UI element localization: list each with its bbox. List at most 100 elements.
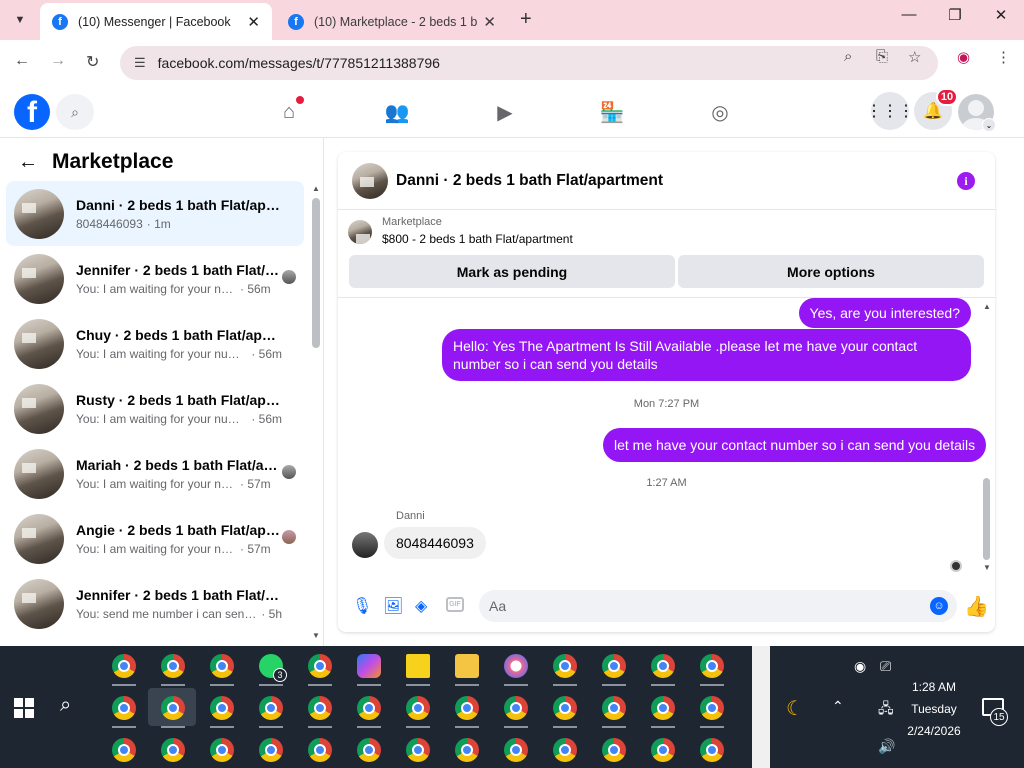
scroll-up-arrow-icon[interactable]: ▲ [312,184,320,193]
facebook-logo-icon[interactable]: f [14,94,50,130]
search-icon[interactable]: ⌕ [60,694,71,717]
profile-icon[interactable]: ◉ [957,48,970,66]
install-app-icon[interactable]: ⎘ [876,48,888,65]
outgoing-message[interactable]: let me have your contact number so i can… [603,428,987,462]
conversation-item[interactable]: Chuy · 2 beds 1 bath Flat/apart... You: … [6,311,304,376]
conversation-item[interactable]: Rusty · 2 beds 1 bath Flat/apart... You:… [6,376,304,441]
maximize-icon[interactable]: ❐ [932,6,978,24]
thumbs-up-icon[interactable]: 👍 [964,594,989,619]
chrome-app-icon[interactable] [308,696,332,720]
close-tab-icon[interactable]: ✕ [247,13,260,31]
chat-title[interactable]: Danni · 2 beds 1 bath Flat/apartment [396,172,663,190]
back-arrow-icon[interactable]: ← [18,151,38,174]
scroll-down-arrow-icon[interactable]: ▼ [983,563,991,572]
video-icon[interactable]: ▶ [491,98,519,126]
camera-icon[interactable]: ⎚ [880,658,891,675]
system-clock[interactable]: 1:28 AM Tuesday 2/24/2026 [890,676,978,742]
record-icon[interactable]: ◉ [854,658,866,675]
chrome-app-icon[interactable] [112,696,136,720]
weather-moon-icon[interactable]: ☾ [786,696,804,721]
chrome-app-icon[interactable] [651,738,675,762]
mark-pending-button[interactable]: Mark as pending [349,255,675,288]
chrome-app-icon[interactable] [357,696,381,720]
outgoing-message[interactable]: Hello: Yes The Apartment Is Still Availa… [442,329,971,381]
chrome-app-icon[interactable] [210,738,234,762]
tray-chevron-icon[interactable]: ⌃ [832,698,844,715]
tab-marketplace[interactable]: f (10) Marketplace - 2 beds 1 bat ✕ [276,3,508,40]
chrome-app-icon[interactable] [553,738,577,762]
chrome-app-icon[interactable] [700,738,724,762]
chrome-app-icon[interactable] [112,738,136,762]
message-input[interactable]: Aa [479,590,957,622]
conversation-item[interactable]: Angie · 2 beds 1 bath Flat/apa... You: I… [6,506,304,571]
chrome-app-icon[interactable] [406,696,430,720]
file-explorer-app-icon[interactable] [455,654,479,678]
close-tab-icon[interactable]: ✕ [483,13,496,31]
chat-scrollbar[interactable] [983,478,990,560]
emoji-icon[interactable]: ☺ [930,597,948,615]
search-icon[interactable]: ⌕ [56,94,94,130]
minimize-icon[interactable]: — [886,6,932,23]
outgoing-message[interactable]: Yes, are you interested? [798,298,971,328]
snipping-tool-app-icon[interactable] [504,654,528,678]
chrome-app-icon[interactable] [455,696,479,720]
more-options-button[interactable]: More options [678,255,984,288]
zoom-icon[interactable]: ⌕ [844,48,852,65]
chrome-app-icon[interactable] [259,738,283,762]
taskbar-scrollbar[interactable] [752,646,770,768]
address-bar[interactable]: ☰ facebook.com/messages/t/77785121138879… [120,46,938,80]
scroll-down-arrow-icon[interactable]: ▼ [312,631,320,640]
scroll-up-arrow-icon[interactable]: ▲ [983,302,991,311]
chrome-app-icon[interactable] [553,654,577,678]
chrome-app-icon[interactable] [210,654,234,678]
chrome-app-icon[interactable] [553,696,577,720]
microphone-icon[interactable]: 🎙 [352,596,372,616]
back-arrow-icon[interactable]: ← [14,52,30,70]
sender-avatar[interactable] [352,532,378,558]
copilot-app-icon[interactable] [357,654,381,678]
conversation-item[interactable]: Danni · 2 beds 1 bath Flat/apart... 8048… [6,181,304,246]
chrome-app-icon[interactable] [161,654,185,678]
more-menu-icon[interactable]: ⋮ [996,48,1011,66]
gif-icon[interactable]: GIF [446,597,464,612]
listing-summary[interactable]: Marketplace $800 - 2 beds 1 bath Flat/ap… [348,216,573,246]
chrome-app-icon[interactable] [406,738,430,762]
chat-avatar[interactable] [352,162,388,199]
conversation-item[interactable]: Jennifer · 2 beds 1 bath Flat/apa... You… [6,571,304,636]
windows-start-icon[interactable] [14,698,34,718]
chrome-app-icon[interactable] [602,738,626,762]
chrome-app-icon[interactable] [651,654,675,678]
menu-grid-icon[interactable]: ⋮⋮⋮ [866,92,914,130]
chrome-app-icon[interactable] [210,696,234,720]
chrome-app-icon[interactable] [504,696,528,720]
site-info-icon[interactable]: ☰ [134,55,146,71]
chrome-app-icon[interactable] [602,696,626,720]
chrome-app-icon[interactable] [259,696,283,720]
marketplace-icon[interactable]: 🏪 [598,98,626,126]
bookmark-star-icon[interactable]: ☆ [908,48,921,66]
chrome-app-icon[interactable] [602,654,626,678]
chrome-app-icon[interactable] [504,738,528,762]
conversation-item[interactable]: Mariah · 2 beds 1 bath Flat/ap... You: I… [6,441,304,506]
close-window-icon[interactable]: ✕ [978,6,1024,24]
info-icon[interactable]: i [957,172,975,190]
chrome-app-icon[interactable] [308,738,332,762]
incoming-message[interactable]: 8048446093 [384,527,486,559]
sidebar-scrollbar[interactable] [312,198,320,348]
tab-search-chevron-icon[interactable]: ▼ [8,8,32,32]
new-tab-plus-icon[interactable]: + [520,8,532,31]
reload-icon[interactable]: ↻ [86,52,99,72]
account-chevron-icon[interactable]: ⌄ [982,118,996,132]
chrome-app-icon[interactable] [651,696,675,720]
chrome-app-icon[interactable] [700,696,724,720]
chrome-app-icon[interactable] [161,738,185,762]
tab-messenger[interactable]: f (10) Messenger | Facebook ✕ [40,3,272,40]
chrome-app-icon[interactable] [357,738,381,762]
sticky-notes-app-icon[interactable] [406,654,430,678]
chrome-app-icon[interactable] [161,696,185,720]
chrome-app-icon[interactable] [112,654,136,678]
friends-icon[interactable]: 👥 [383,98,411,126]
photo-icon[interactable]: 🖼 [383,596,403,616]
chrome-app-icon[interactable] [308,654,332,678]
forward-arrow-icon[interactable]: → [50,52,66,70]
